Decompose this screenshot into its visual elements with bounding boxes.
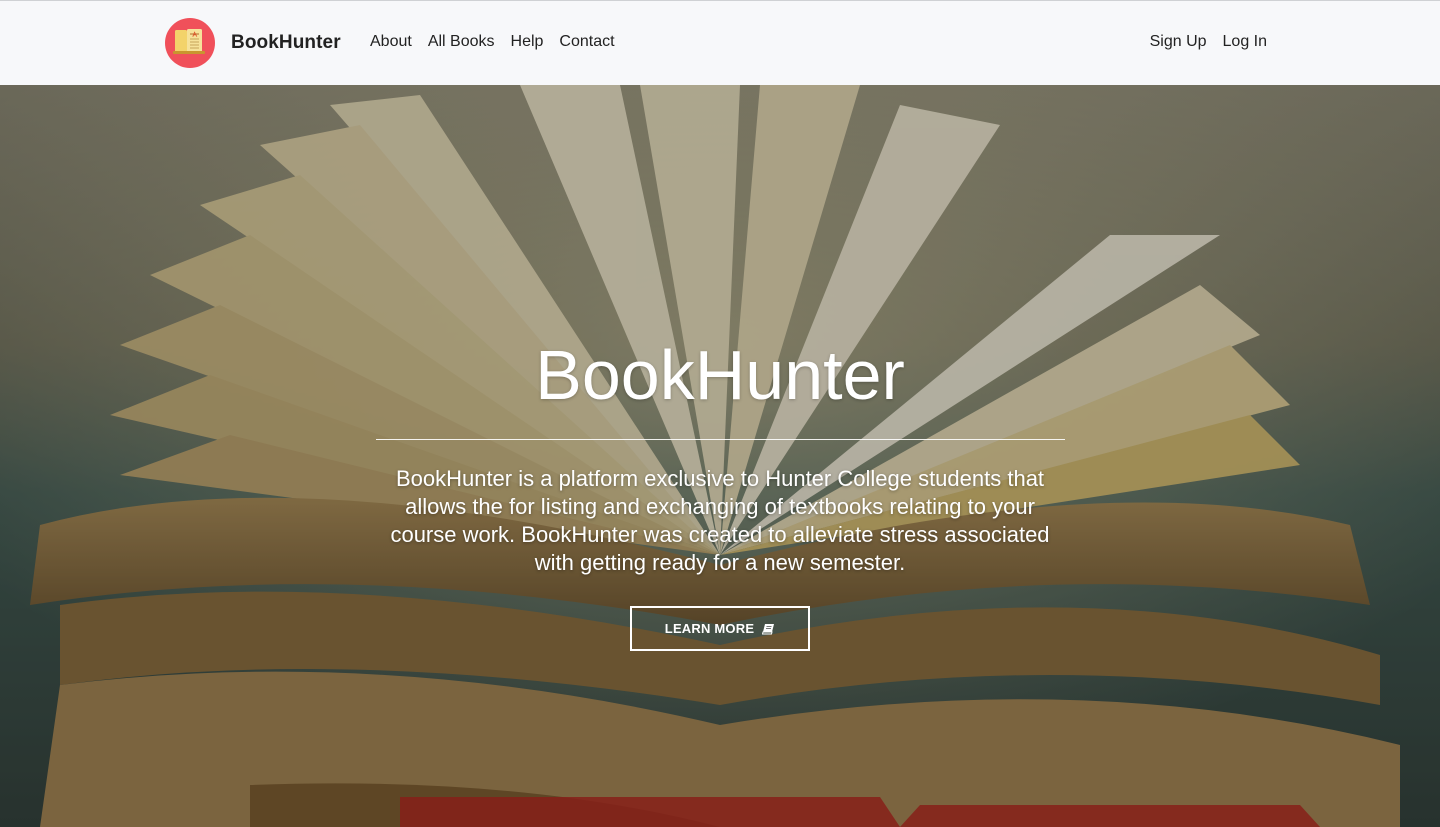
hero-content: BookHunter BookHunter is a platform excl… (0, 85, 1440, 827)
nav-link-all-books[interactable]: All Books (428, 33, 495, 51)
auth-nav: Sign Up Log In (1150, 33, 1267, 51)
navbar: BookHunter About All Books Help Contact … (0, 0, 1440, 85)
nav-link-help[interactable]: Help (511, 33, 544, 51)
nav-link-about[interactable]: About (370, 33, 412, 51)
brand-link[interactable]: BookHunter (165, 18, 341, 68)
login-link[interactable]: Log In (1223, 33, 1267, 51)
hero-title: BookHunter (535, 336, 905, 414)
brand-name: BookHunter (231, 32, 341, 53)
hero-description: BookHunter is a platform exclusive to Hu… (390, 466, 1050, 575)
main-nav: About All Books Help Contact (370, 33, 615, 51)
signup-link[interactable]: Sign Up (1150, 33, 1207, 51)
nav-link-contact[interactable]: Contact (559, 33, 614, 51)
book-icon (762, 623, 775, 635)
learn-more-button[interactable]: LEARN MORE (630, 606, 810, 651)
book-logo-icon (165, 18, 215, 68)
hero-divider (376, 439, 1065, 440)
learn-more-label: LEARN MORE (664, 621, 755, 636)
hero-section: BookHunter BookHunter is a platform excl… (0, 85, 1440, 827)
